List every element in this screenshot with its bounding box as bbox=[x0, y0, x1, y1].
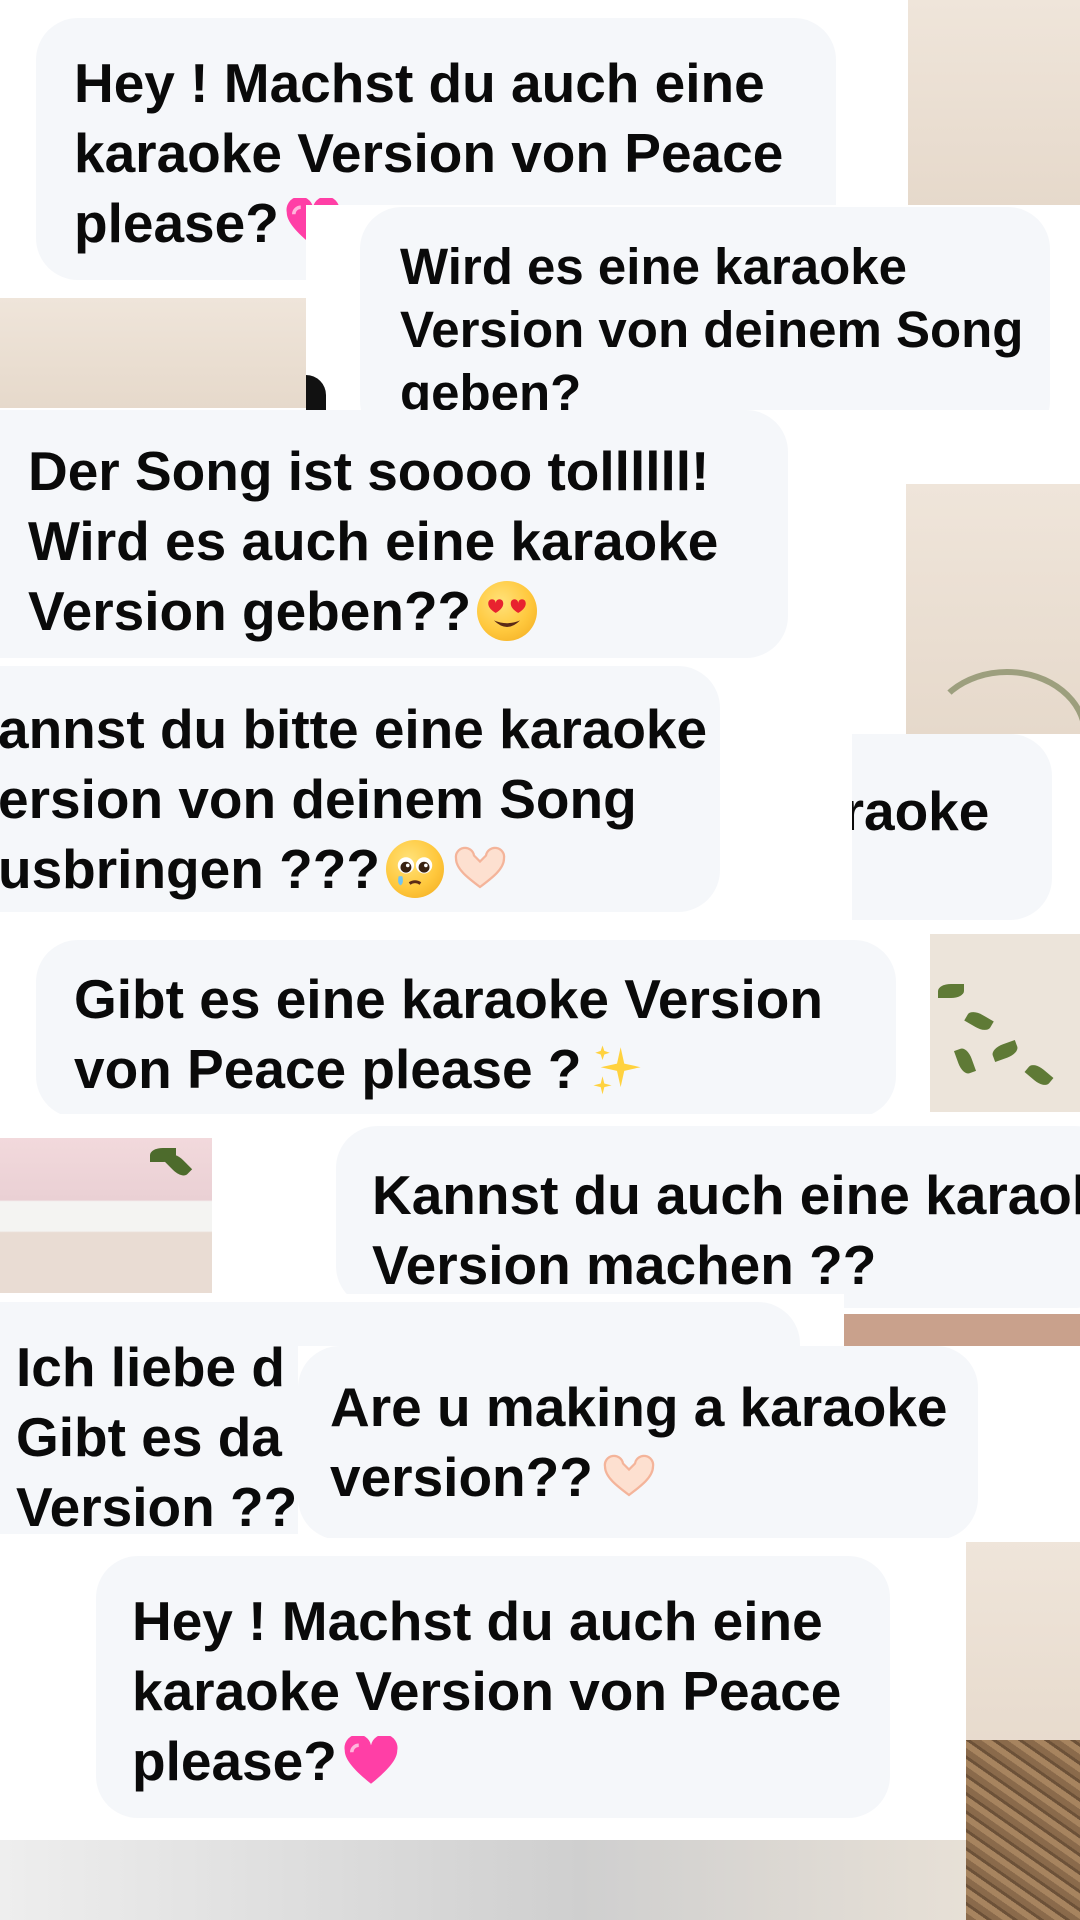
message-line: Wird es eine karaoke bbox=[400, 238, 907, 295]
message-bubble: Der Song ist soooo tollllll! Wird es auc… bbox=[0, 410, 788, 658]
hands-heart-icon bbox=[603, 1455, 655, 1497]
message-collage: Hey ! Machst du auch eine karaoke Versio… bbox=[0, 0, 1080, 1920]
message-screenshot: annst du bitte eine karaoke ersion von d… bbox=[0, 666, 852, 928]
message-line: please? bbox=[74, 192, 279, 254]
message-bubble: Hey ! Machst du auch eine karaoke Versio… bbox=[96, 1556, 890, 1818]
background-photo-plant bbox=[930, 934, 1080, 1112]
pleading-icon bbox=[385, 840, 444, 899]
background-photo-floor bbox=[0, 1840, 966, 1920]
message-line: Gibt es eine karaoke Version bbox=[74, 968, 823, 1030]
sparkles-icon bbox=[592, 1045, 641, 1095]
background-photo-basket bbox=[966, 1740, 1080, 1920]
message-bubble: Wird es eine karaoke Version von deinem … bbox=[360, 207, 1050, 410]
message-screenshot: Wird es eine karaoke Version von deinem … bbox=[306, 205, 1080, 410]
message-line: Hey ! Machst du auch eine bbox=[132, 1590, 823, 1652]
background-photo-wall bbox=[906, 484, 1080, 734]
heart-icon bbox=[344, 1736, 398, 1785]
background-photo-wall bbox=[0, 298, 306, 408]
message-line: Version von deinem Song bbox=[400, 301, 1024, 358]
message-line: Are u making a karaoke bbox=[330, 1376, 948, 1438]
message-screenshot: Gibt es eine karaoke Version von Peace p… bbox=[0, 934, 930, 1114]
hands-heart-icon bbox=[454, 847, 506, 889]
message-screenshot: araoke bbox=[852, 734, 1080, 934]
message-line: von Peace please ? bbox=[74, 1038, 582, 1100]
message-line: Der Song ist soooo tollllll! bbox=[28, 440, 710, 502]
message-line: ersion von deinem Song bbox=[0, 768, 637, 830]
message-bubble: annst du bitte eine karaoke ersion von d… bbox=[0, 666, 720, 912]
message-line: karaoke Version von Peace bbox=[74, 122, 784, 184]
message-line: Kannst du auch eine karaoke bbox=[372, 1164, 1080, 1226]
message-screenshot: Kannst du auch eine karaoke Version mach… bbox=[212, 1114, 1080, 1314]
message-screenshot: Hey ! Machst du auch eine karaoke Versio… bbox=[0, 1538, 966, 1840]
message-bubble: Kannst du auch eine karaoke Version mach… bbox=[336, 1126, 1080, 1308]
message-line: Version machen ?? bbox=[372, 1234, 877, 1296]
message-line: usbringen ??? bbox=[0, 838, 380, 900]
background-photo-wall bbox=[908, 0, 1080, 205]
message-line: Version geben?? bbox=[28, 580, 472, 642]
message-line: Hey ! Machst du auch eine bbox=[74, 52, 765, 114]
message-line: geben? bbox=[400, 364, 582, 410]
message-line: karaoke Version von Peace bbox=[132, 1660, 842, 1722]
message-line: araoke bbox=[852, 780, 990, 842]
message-line: please? bbox=[132, 1730, 337, 1792]
heart-eyes-icon bbox=[477, 581, 538, 642]
message-bubble: Are u making a karaoke version?? bbox=[298, 1346, 978, 1540]
message-screenshot: Der Song ist soooo tollllll! Wird es auc… bbox=[0, 410, 906, 666]
message-bubble: araoke bbox=[852, 734, 1052, 920]
message-bubble: Gibt es eine karaoke Version von Peace p… bbox=[36, 940, 896, 1114]
message-line: annst du bitte eine karaoke bbox=[0, 698, 708, 760]
background-photo-bedroom bbox=[0, 1138, 212, 1293]
background-photo-wall bbox=[844, 1314, 1080, 1348]
message-line: version?? bbox=[330, 1446, 593, 1508]
message-line: Wird es auch eine karaoke bbox=[28, 510, 719, 572]
message-screenshot: Are u making a karaoke version?? bbox=[298, 1346, 1080, 1542]
